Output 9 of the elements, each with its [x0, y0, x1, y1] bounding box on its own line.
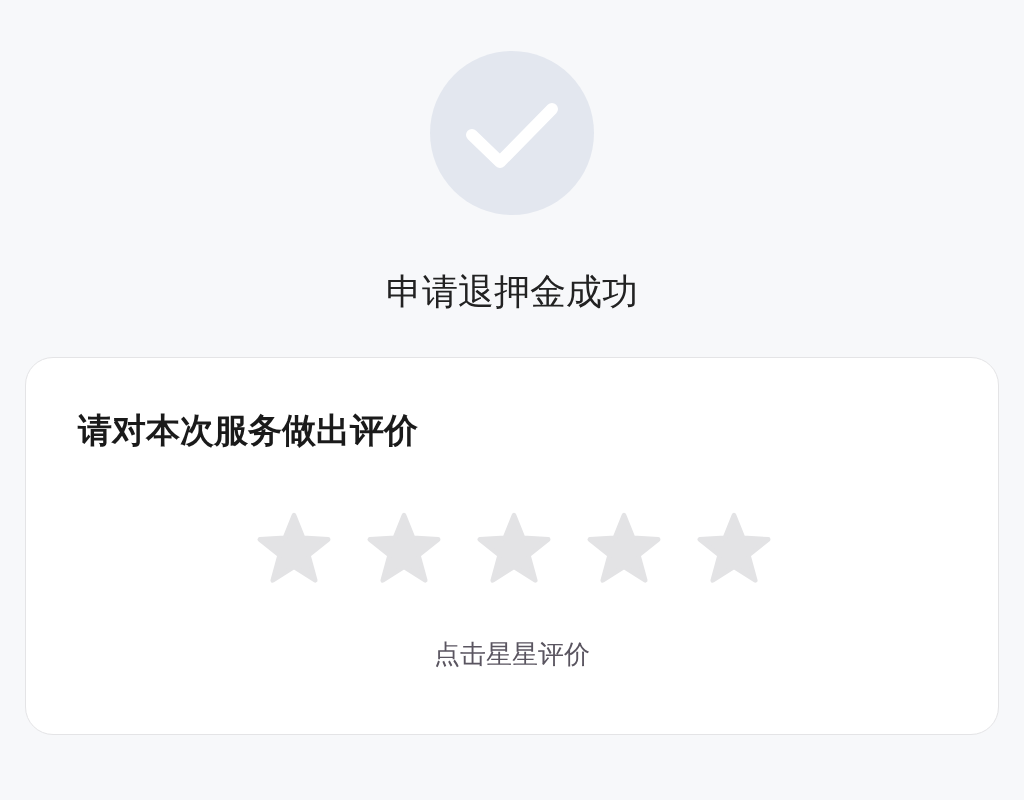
star-icon[interactable]: [366, 512, 442, 585]
checkmark-icon: [430, 51, 594, 215]
star-icon[interactable]: [586, 512, 662, 585]
rating-heading: 请对本次服务做出评价: [78, 410, 419, 450]
rating-hint: 点击星星评价: [434, 638, 590, 671]
star-icon[interactable]: [256, 512, 332, 585]
status-title: 申请退押金成功: [386, 270, 638, 314]
star-icon[interactable]: [476, 512, 552, 585]
star-icon[interactable]: [696, 512, 772, 585]
